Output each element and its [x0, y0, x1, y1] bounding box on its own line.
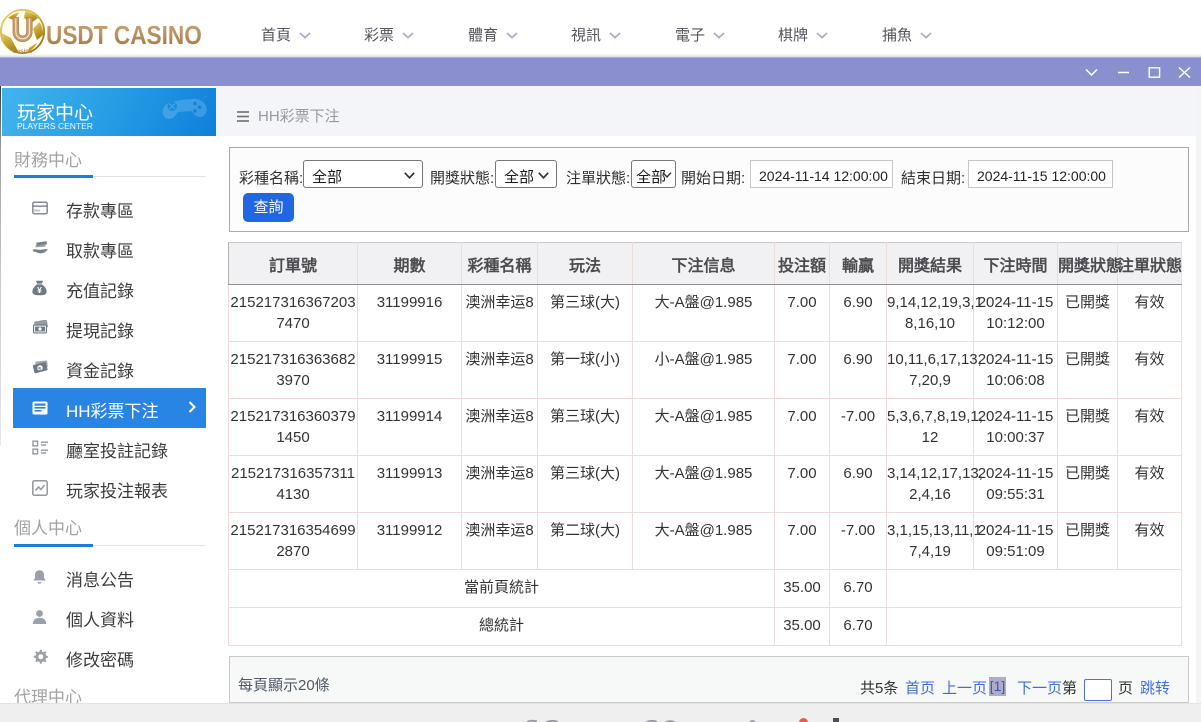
- svg-text:Casino: Casino: [12, 49, 32, 54]
- svg-text:¥: ¥: [37, 285, 42, 295]
